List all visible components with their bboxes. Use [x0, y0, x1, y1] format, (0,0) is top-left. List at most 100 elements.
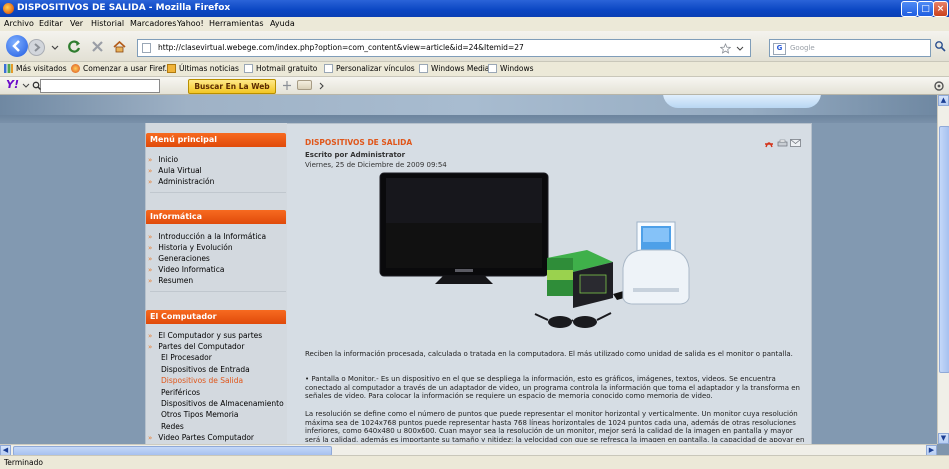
firefox-icon: [3, 3, 14, 14]
bookmark-comenzar[interactable]: Comenzar a usar Firef...: [71, 64, 172, 73]
search-magnifier-icon[interactable]: [934, 40, 946, 52]
window-title-bar[interactable]: DISPOSITIVOS DE SALIDA - Mozilla Firefox…: [0, 0, 949, 17]
yahoo-search-button[interactable]: Buscar En La Web: [188, 79, 276, 94]
sidebar-item-label: Inicio: [158, 155, 179, 164]
sidebar-item-label: Introducción a la Informática: [158, 232, 267, 241]
email-icon[interactable]: [790, 139, 801, 147]
sidebar-subitem-perifericos[interactable]: Periféricos: [161, 388, 200, 397]
reload-icon[interactable]: [67, 39, 82, 54]
bookmark-label: Windows Media: [431, 64, 490, 73]
menu-herramientas[interactable]: Herramientas: [209, 19, 264, 28]
bookmark-label: Personalizar vínculos: [336, 64, 415, 73]
sidebar-subitem-procesador[interactable]: El Procesador: [161, 353, 212, 362]
mail-icon[interactable]: [297, 80, 312, 90]
bookmark-personalizar[interactable]: Personalizar vínculos: [324, 64, 415, 73]
sidebar-item-label: Partes del Computador: [158, 342, 245, 351]
sidebar-item-video-informatica[interactable]: » Video Informatica: [148, 265, 225, 274]
bookmark-mas-visitados[interactable]: Más visitados: [4, 64, 67, 73]
page-icon: [488, 64, 497, 73]
search-placeholder: Google: [790, 44, 815, 52]
article-body-paragraph-1: • Pantalla o Monitor.- Es un dispositivo…: [305, 375, 800, 401]
close-button[interactable]: ×: [933, 1, 948, 17]
sidebar-subitem-salida[interactable]: Dispositivos de Salida: [161, 376, 243, 385]
sidebar-item-aula-virtual[interactable]: » Aula Virtual: [148, 166, 202, 175]
search-box[interactable]: G Google: [769, 39, 931, 57]
bookmark-label: Últimas noticias: [179, 64, 239, 73]
back-button[interactable]: [6, 35, 28, 57]
sidebar-subitem-almacenamiento[interactable]: Dispositivos de Almacenamiento: [161, 399, 284, 408]
sidebar-subitem-memoria[interactable]: Otros Tipos Memoria: [161, 410, 238, 419]
page-icon: [324, 64, 333, 73]
sidebar-item-resumen[interactable]: » Resumen: [148, 276, 193, 285]
sidebar-item-partes-computador[interactable]: » Partes del Computador: [148, 342, 244, 351]
bookmark-label: Hotmail gratuito: [256, 64, 318, 73]
minimize-button[interactable]: _: [901, 1, 918, 17]
yahoo-menu-dropdown-icon[interactable]: [22, 82, 30, 90]
vertical-scroll-thumb[interactable]: [939, 126, 949, 373]
sidebar-subitem-redes[interactable]: Redes: [161, 422, 184, 431]
forward-button[interactable]: [28, 39, 45, 56]
url-text: http://clasevirtual.webege.com/index.php…: [158, 43, 524, 52]
window-title: DISPOSITIVOS DE SALIDA - Mozilla Firefox: [17, 3, 231, 13]
article-title[interactable]: DISPOSITIVOS DE SALIDA: [305, 138, 412, 147]
history-dropdown-icon[interactable]: [50, 42, 60, 52]
sidebar-item-generaciones[interactable]: » Generaciones: [148, 254, 210, 263]
yahoo-search-input[interactable]: [32, 79, 160, 93]
menu-yahoo[interactable]: Yahoo!: [177, 19, 204, 28]
stop-icon[interactable]: [91, 40, 104, 53]
url-dropdown-icon[interactable]: [736, 45, 744, 53]
sidebar-item-introduccion[interactable]: » Introducción a la Informática: [148, 232, 266, 241]
article-intro: Reciben la información procesada, calcul…: [305, 350, 793, 358]
article-date: Viernes, 25 de Diciembre de 2009 09:54: [305, 161, 447, 169]
status-text: Terminado: [4, 458, 43, 467]
sidebar-item-administracion[interactable]: » Administración: [148, 177, 214, 186]
sidebar-item-label: Historia y Evolución: [158, 243, 233, 252]
sidebar-item-historia[interactable]: » Historia y Evolución: [148, 243, 233, 252]
menu-archivo[interactable]: Archivo: [4, 19, 34, 28]
maximize-button[interactable]: □: [917, 1, 934, 17]
bookmark-ultimas-noticias[interactable]: Últimas noticias: [167, 64, 239, 73]
bookmark-label: Windows: [500, 64, 534, 73]
menu-editar[interactable]: Editar: [39, 19, 63, 28]
scroll-up-arrow[interactable]: ▲: [938, 95, 949, 106]
menu-historial[interactable]: Historial: [91, 19, 124, 28]
home-icon[interactable]: [112, 39, 127, 54]
sidebar-item-label: Resumen: [158, 276, 194, 285]
page-icon: [419, 64, 428, 73]
menu-marcadores[interactable]: Marcadores: [130, 19, 176, 28]
menu-ver[interactable]: Ver: [70, 19, 83, 28]
bookmark-hotmail[interactable]: Hotmail gratuito: [244, 64, 317, 73]
bookmarks-toolbar: Más visitados Comenzar a usar Firef... Ú…: [0, 62, 949, 77]
sidebar-item-label: Video Partes Computador: [158, 433, 255, 442]
bookmark-windows-media[interactable]: Windows Media: [419, 64, 489, 73]
settings-icon[interactable]: [933, 80, 945, 92]
sidebar-item-label: Aula Virtual: [158, 166, 202, 175]
menu-bar: Archivo Editar Ver Historial Marcadores …: [0, 17, 949, 31]
add-icon[interactable]: [282, 80, 292, 91]
vertical-scrollbar[interactable]: ▲ ▼: [937, 95, 949, 444]
sidebar-item-computador-partes[interactable]: » El Computador y sus partes: [148, 331, 262, 340]
graphics-card-box-image: [547, 250, 613, 308]
bookmark-star-icon[interactable]: [720, 43, 731, 54]
article-illustration: [379, 172, 690, 328]
url-bar[interactable]: http://clasevirtual.webege.com/index.php…: [137, 39, 751, 57]
yahoo-logo[interactable]: Y!: [6, 78, 19, 91]
divider: [150, 189, 286, 193]
page-icon: [244, 64, 253, 73]
printer-image: [622, 221, 690, 305]
sidebar-item-video-partes[interactable]: » Video Partes Computador: [148, 433, 254, 442]
sidebar-subitem-entrada[interactable]: Dispositivos de Entrada: [161, 365, 250, 374]
print-icon[interactable]: [777, 139, 788, 148]
bookmark-label: Más visitados: [16, 64, 67, 73]
sidebar-item-inicio[interactable]: » Inicio: [148, 155, 178, 164]
google-engine-icon[interactable]: G: [773, 43, 786, 55]
pdf-icon[interactable]: [764, 138, 774, 148]
sidebar-heading-menu-principal: Menú principal: [146, 133, 286, 147]
monitor-image: [379, 172, 549, 284]
search-icon: [32, 81, 41, 90]
menu-ayuda[interactable]: Ayuda: [270, 19, 295, 28]
bookmark-windows[interactable]: Windows: [488, 64, 533, 73]
sidebar-item-label: El Computador y sus partes: [158, 331, 263, 340]
scroll-down-arrow[interactable]: ▼: [938, 433, 949, 444]
chevron-right-icon[interactable]: [318, 82, 325, 90]
